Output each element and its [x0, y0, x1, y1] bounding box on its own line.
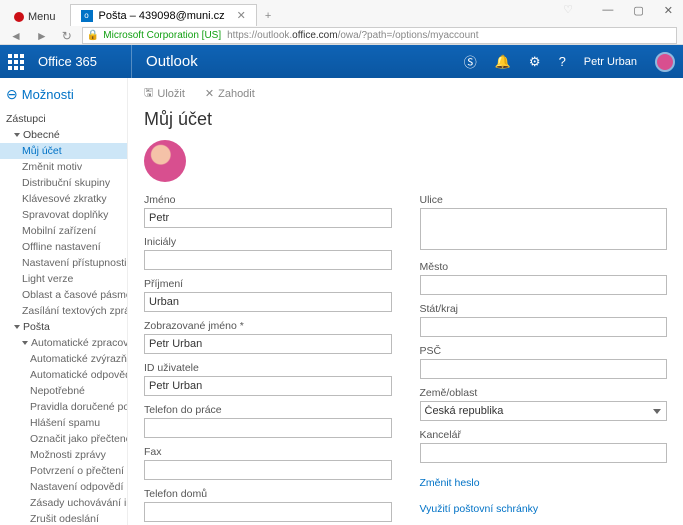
nav-back-icon[interactable]: ◄: [6, 29, 26, 43]
help-icon[interactable]: ?: [559, 54, 566, 69]
sidebar-item[interactable]: Light verze: [0, 271, 127, 287]
sidebar-item[interactable]: Zrušit odeslání: [0, 511, 127, 525]
input-telprace[interactable]: [144, 418, 392, 438]
options-header[interactable]: ⊖Možnosti: [0, 84, 127, 111]
brand-office365[interactable]: Office 365: [38, 54, 97, 69]
input-fax[interactable]: [144, 460, 392, 480]
nav-reload-icon[interactable]: ↻: [58, 29, 76, 43]
label-ulice: Ulice: [420, 194, 668, 206]
lock-icon: 🔒: [87, 30, 99, 41]
window-controls: — ▢ ✕: [596, 2, 679, 19]
label-telprace: Telefon do práce: [144, 404, 392, 416]
label-id: ID uživatele: [144, 362, 392, 374]
label-zobraz: Zobrazované jméno *: [144, 320, 392, 332]
label-mesto: Město: [420, 261, 668, 273]
link-mailbox-usage[interactable]: Využití poštovní schránky: [420, 503, 668, 515]
input-teldomu[interactable]: [144, 502, 392, 522]
suite-header: Office 365 Outlook Ⓢ 🔔 ⚙ ? Petr Urban: [0, 45, 683, 78]
label-inicialy: Iniciály: [144, 236, 392, 248]
avatar-icon[interactable]: [655, 52, 675, 72]
label-prijmeni: Příjmení: [144, 278, 392, 290]
input-jmeno[interactable]: [144, 208, 392, 228]
input-kancelar[interactable]: [420, 443, 668, 463]
sidebar-item[interactable]: Nastavení odpovědí: [0, 479, 127, 495]
sidebar-item[interactable]: Označit jako přečtenou: [0, 431, 127, 447]
profile-avatar[interactable]: [144, 140, 186, 182]
url-text: https://outlook.office.com/owa/?path=/op…: [227, 30, 478, 41]
input-psc[interactable]: [420, 359, 668, 379]
address-bar[interactable]: 🔒 Microsoft Corporation [US] https://out…: [82, 27, 677, 44]
label-fax: Fax: [144, 446, 392, 458]
current-user[interactable]: Petr Urban: [584, 56, 637, 68]
opera-menu-button[interactable]: Menu: [6, 8, 64, 26]
cert-label: Microsoft Corporation [US]: [103, 30, 221, 41]
input-mesto[interactable]: [420, 275, 668, 295]
tab-favicon-icon: o: [81, 10, 93, 22]
sidebar-item[interactable]: Změnit motiv: [0, 159, 127, 175]
notifications-icon[interactable]: 🔔: [495, 54, 511, 70]
tab-title: Pošta – 439098@muni.cz: [99, 10, 225, 22]
sidebar-item[interactable]: Offline nastavení: [0, 239, 127, 255]
tab-close-icon[interactable]: ✕: [237, 9, 246, 22]
label-zeme: Země/oblast: [420, 387, 668, 399]
save-icon: 🖫: [144, 84, 153, 103]
page-title: Můj účet: [144, 109, 667, 130]
input-id[interactable]: [144, 376, 392, 396]
sidebar-item[interactable]: Automatické zvýrazňov: [0, 351, 127, 367]
input-prijmeni[interactable]: [144, 292, 392, 312]
sidebar-item[interactable]: Spravovat doplňky: [0, 207, 127, 223]
sidebar-item[interactable]: Mobilní zařízení: [0, 223, 127, 239]
input-ulice[interactable]: [420, 208, 668, 250]
sidebar-item[interactable]: Obecné: [0, 127, 127, 143]
minimize-button[interactable]: —: [596, 2, 619, 19]
new-tab-button[interactable]: +: [257, 6, 279, 26]
sidebar-item[interactable]: Pošta: [0, 319, 127, 335]
sidebar-item[interactable]: Možnosti zprávy: [0, 447, 127, 463]
link-change-password[interactable]: Změnit heslo: [420, 477, 668, 489]
browser-chrome: — ▢ ✕ ♡ Menu o Pošta – 439098@muni.cz ✕ …: [0, 0, 683, 45]
nav-fwd-icon[interactable]: ►: [32, 29, 52, 43]
browser-tab[interactable]: o Pošta – 439098@muni.cz ✕: [70, 4, 257, 26]
settings-gear-icon[interactable]: ⚙: [529, 54, 541, 70]
sidebar-item[interactable]: Automatické odpovědi: [0, 367, 127, 383]
discard-icon: ✕: [205, 87, 214, 100]
app-launcher-icon[interactable]: [8, 54, 24, 70]
sidebar-item[interactable]: Klávesové zkratky: [0, 191, 127, 207]
favorite-icon[interactable]: ♡: [563, 3, 573, 16]
label-kancelar: Kancelář: [420, 429, 668, 441]
sidebar-item[interactable]: Pravidla doručené pošt: [0, 399, 127, 415]
sidebar-item[interactable]: Můj účet: [0, 143, 127, 159]
sidebar-item[interactable]: Automatické zpracování: [0, 335, 127, 351]
save-button[interactable]: 🖫Uložit: [144, 84, 185, 103]
sidebar-item[interactable]: Zásady uchovávání infi: [0, 495, 127, 511]
sidebar-item[interactable]: Potvrzení o přečtení: [0, 463, 127, 479]
sidebar-item[interactable]: Nepotřebné: [0, 383, 127, 399]
label-teldomu: Telefon domů: [144, 488, 392, 500]
discard-button[interactable]: ✕Zahodit: [205, 84, 255, 103]
sidebar-item[interactable]: Zástupci: [0, 111, 127, 127]
input-statkraj[interactable]: [420, 317, 668, 337]
back-icon[interactable]: ⊖: [6, 86, 18, 103]
skype-icon[interactable]: Ⓢ: [464, 52, 477, 71]
select-zeme[interactable]: Česká republika: [420, 401, 668, 421]
brand-outlook[interactable]: Outlook: [146, 53, 198, 70]
sidebar-item[interactable]: Oblast a časové pásmo: [0, 287, 127, 303]
main-content: 🖫Uložit ✕Zahodit Můj účet Jméno Iniciály…: [128, 78, 683, 525]
input-zobraz[interactable]: [144, 334, 392, 354]
label-psc: PSČ: [420, 345, 668, 357]
sidebar-item[interactable]: Nastavení přístupnosti: [0, 255, 127, 271]
input-inicialy[interactable]: [144, 250, 392, 270]
options-sidebar: ⊖Možnosti ZástupciObecnéMůj účetZměnit m…: [0, 78, 128, 525]
maximize-button[interactable]: ▢: [627, 2, 649, 19]
sidebar-item[interactable]: Hlášení spamu: [0, 415, 127, 431]
sidebar-item[interactable]: Distribuční skupiny: [0, 175, 127, 191]
label-jmeno: Jméno: [144, 194, 392, 206]
label-statkraj: Stát/kraj: [420, 303, 668, 315]
close-button[interactable]: ✕: [658, 2, 679, 19]
sidebar-item[interactable]: Zasílání textových zpráv: [0, 303, 127, 319]
